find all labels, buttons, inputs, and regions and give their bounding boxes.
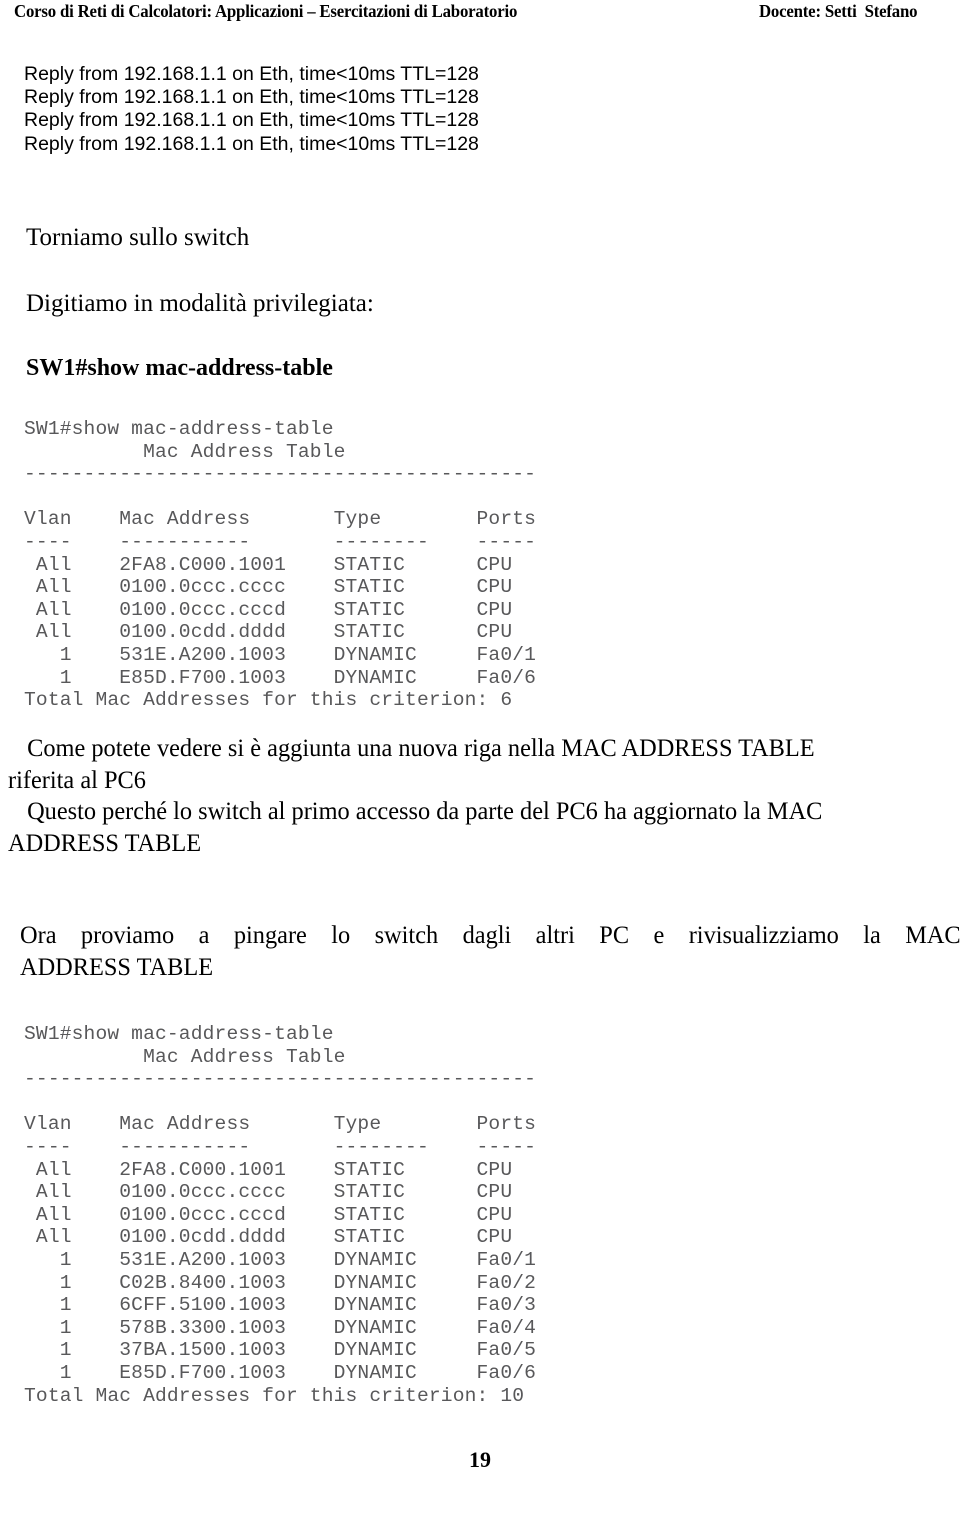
- running-header: Corso di Reti di Calcolatori: Applicazio…: [14, 1, 918, 23]
- console-output-mac-table-first: SW1#show mac-address-table Mac Address T…: [24, 418, 537, 712]
- explanation-line-3: Questo perché lo switch al primo accesso…: [27, 796, 823, 825]
- explanation-paragraph-first: Come potete vedere si è aggiunta una nuo…: [8, 732, 960, 858]
- ping-output-block: Reply from 192.168.1.1 on Eth, time<10ms…: [24, 63, 479, 155]
- explanation-paragraph-second: Ora proviamo a pingare lo switch dagli a…: [20, 919, 960, 982]
- header-instructor: Docente: Setti Stefano: [758, 1, 918, 21]
- explanation-line-4: ADDRESS TABLE: [8, 827, 202, 857]
- explanation-line-1: Come potete vedere si è aggiunta una nuo…: [27, 733, 815, 762]
- page-number: 19: [469, 1447, 491, 1472]
- explanation2-line-1: Ora proviamo a pingare lo switch dagli a…: [20, 920, 960, 949]
- explanation-line-2: riferita al PC6: [8, 764, 146, 794]
- paragraph-digitiamo: Digitiamo in modalità privilegiata:: [26, 290, 374, 317]
- console-output-mac-table-second: SW1#show mac-address-table Mac Address T…: [24, 1023, 537, 1407]
- command-heading-show-mac-address-table: SW1#show mac-address-table: [26, 355, 333, 381]
- paragraph-torniamo: Torniamo sullo switch: [26, 224, 250, 251]
- explanation2-line-2: ADDRESS TABLE: [20, 951, 214, 981]
- header-course-title: Corso di Reti di Calcolatori: Applicazio…: [14, 1, 518, 21]
